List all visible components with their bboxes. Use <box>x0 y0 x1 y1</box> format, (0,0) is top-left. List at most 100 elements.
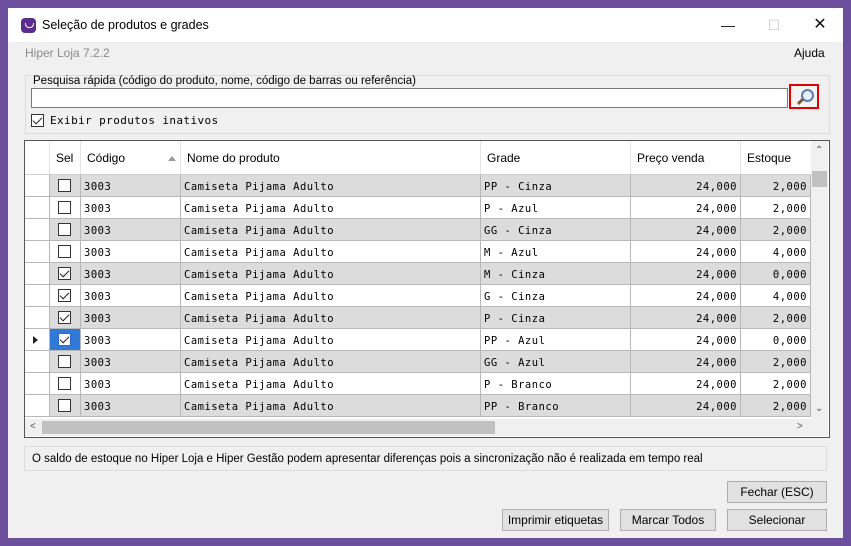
sel-cell[interactable] <box>50 373 81 395</box>
codigo-cell[interactable]: 3003 <box>81 329 181 351</box>
grade-cell[interactable]: P - Branco <box>481 373 631 395</box>
table-row[interactable]: 3003 Camiseta Pijama Adulto M - Azul 24,000… <box>25 241 811 263</box>
table-row[interactable]: 3003 Camiseta Pijama Adulto G - Cinza 24,00… <box>25 285 811 307</box>
nome-cell[interactable]: Camiseta Pijama Adulto <box>181 373 481 395</box>
sel-cell[interactable] <box>50 395 81 417</box>
print-labels-button[interactable]: Imprimir etiquetas <box>502 509 609 531</box>
sel-cell[interactable] <box>50 197 81 219</box>
scroll-down-icon[interactable]: ⌄ <box>815 403 823 414</box>
row-select-checkbox[interactable] <box>58 201 71 214</box>
estoque-cell[interactable]: 2,000 <box>741 197 811 219</box>
preco-cell[interactable]: 24,000 <box>631 373 741 395</box>
preco-cell[interactable]: 24,000 <box>631 175 741 197</box>
estoque-cell[interactable]: 2,000 <box>741 351 811 373</box>
table-row[interactable]: 3003 Camiseta Pijama Adulto PP - Cinza 24,0… <box>25 175 811 197</box>
row-select-checkbox[interactable] <box>58 223 71 236</box>
codigo-cell[interactable]: 3003 <box>81 351 181 373</box>
quick-search-input[interactable] <box>31 88 788 108</box>
sel-cell[interactable] <box>50 219 81 241</box>
estoque-cell[interactable]: 2,000 <box>741 175 811 197</box>
row-select-checkbox[interactable] <box>58 355 71 368</box>
estoque-cell[interactable]: 0,000 <box>741 329 811 351</box>
preco-cell[interactable]: 24,000 <box>631 219 741 241</box>
row-select-checkbox[interactable] <box>58 311 71 324</box>
row-select-checkbox[interactable] <box>58 179 71 192</box>
codigo-cell[interactable]: 3003 <box>81 263 181 285</box>
column-header-codigo[interactable]: Código <box>81 141 181 174</box>
scroll-up-icon[interactable]: ⌃ <box>815 145 823 156</box>
codigo-cell[interactable]: 3003 <box>81 285 181 307</box>
nome-cell[interactable]: Camiseta Pijama Adulto <box>181 395 481 417</box>
nome-cell[interactable]: Camiseta Pijama Adulto <box>181 197 481 219</box>
estoque-cell[interactable]: 2,000 <box>741 395 811 417</box>
codigo-cell[interactable]: 3003 <box>81 197 181 219</box>
grade-cell[interactable]: PP - Branco <box>481 395 631 417</box>
nome-cell[interactable]: Camiseta Pijama Adulto <box>181 263 481 285</box>
maximize-button[interactable]: ☐ <box>751 8 797 42</box>
codigo-cell[interactable]: 3003 <box>81 219 181 241</box>
nome-cell[interactable]: Camiseta Pijama Adulto <box>181 241 481 263</box>
codigo-cell[interactable]: 3003 <box>81 175 181 197</box>
close-window-button[interactable]: ✕ <box>797 8 843 42</box>
column-header-nome[interactable]: Nome do produto <box>181 141 481 174</box>
grade-cell[interactable]: P - Azul <box>481 197 631 219</box>
sel-cell[interactable] <box>50 175 81 197</box>
table-row[interactable]: 3003 Camiseta Pijama Adulto P - Azul 24,000… <box>25 197 811 219</box>
preco-cell[interactable]: 24,000 <box>631 241 741 263</box>
grade-cell[interactable]: PP - Azul <box>481 329 631 351</box>
preco-cell[interactable]: 24,000 <box>631 263 741 285</box>
sel-cell[interactable] <box>50 307 81 329</box>
row-select-checkbox[interactable] <box>58 377 71 390</box>
column-header-sel[interactable]: Sel <box>50 141 81 174</box>
estoque-cell[interactable]: 4,000 <box>741 285 811 307</box>
horizontal-scrollbar[interactable]: < > <box>25 419 811 436</box>
preco-cell[interactable]: 24,000 <box>631 307 741 329</box>
close-button[interactable]: Fechar (ESC) <box>727 481 827 503</box>
table-row[interactable]: 3003 Camiseta Pijama Adulto GG - Cinza 24,0… <box>25 219 811 241</box>
vertical-scroll-thumb[interactable] <box>812 171 827 187</box>
preco-cell[interactable]: 24,000 <box>631 395 741 417</box>
grade-cell[interactable]: GG - Cinza <box>481 219 631 241</box>
grade-cell[interactable]: M - Azul <box>481 241 631 263</box>
scroll-right-icon[interactable]: > <box>797 421 803 432</box>
column-header-grade[interactable]: Grade <box>481 141 631 174</box>
table-row[interactable]: 3003 Camiseta Pijama Adulto GG - Azul 24,00… <box>25 351 811 373</box>
mark-all-button[interactable]: Marcar Todos <box>620 509 716 531</box>
estoque-cell[interactable]: 2,000 <box>741 373 811 395</box>
row-select-checkbox[interactable] <box>58 289 71 302</box>
codigo-cell[interactable]: 3003 <box>81 373 181 395</box>
row-select-checkbox[interactable] <box>58 245 71 258</box>
row-select-checkbox[interactable] <box>58 333 71 346</box>
horizontal-scroll-thumb[interactable] <box>42 421 495 434</box>
nome-cell[interactable]: Camiseta Pijama Adulto <box>181 351 481 373</box>
preco-cell[interactable]: 24,000 <box>631 197 741 219</box>
vertical-scrollbar[interactable]: ⌃ ⌄ <box>811 141 828 419</box>
nome-cell[interactable]: Camiseta Pijama Adulto <box>181 285 481 307</box>
sel-cell[interactable] <box>50 241 81 263</box>
estoque-cell[interactable]: 4,000 <box>741 241 811 263</box>
minimize-button[interactable]: — <box>705 8 751 42</box>
preco-cell[interactable]: 24,000 <box>631 285 741 307</box>
nome-cell[interactable]: Camiseta Pijama Adulto <box>181 175 481 197</box>
sel-cell[interactable] <box>50 285 81 307</box>
table-row[interactable]: 3003 Camiseta Pijama Adulto P - Cinza 24,00… <box>25 307 811 329</box>
column-header-estoque[interactable]: Estoque <box>741 141 811 174</box>
select-button[interactable]: Selecionar <box>727 509 827 531</box>
grade-cell[interactable]: PP - Cinza <box>481 175 631 197</box>
table-row[interactable]: 3003 Camiseta Pijama Adulto P - Branco 24,0… <box>25 373 811 395</box>
sel-cell[interactable] <box>50 351 81 373</box>
codigo-cell[interactable]: 3003 <box>81 241 181 263</box>
help-link[interactable]: Ajuda <box>794 46 825 60</box>
codigo-cell[interactable]: 3003 <box>81 307 181 329</box>
grade-cell[interactable]: M - Cinza <box>481 263 631 285</box>
preco-cell[interactable]: 24,000 <box>631 351 741 373</box>
sel-cell[interactable] <box>50 263 81 285</box>
estoque-cell[interactable]: 2,000 <box>741 307 811 329</box>
estoque-cell[interactable]: 0,000 <box>741 263 811 285</box>
nome-cell[interactable]: Camiseta Pijama Adulto <box>181 307 481 329</box>
table-row[interactable]: 3003 Camiseta Pijama Adulto PP - Branco 24,… <box>25 395 811 417</box>
nome-cell[interactable]: Camiseta Pijama Adulto <box>181 329 481 351</box>
grade-cell[interactable]: GG - Azul <box>481 351 631 373</box>
grade-cell[interactable]: P - Cinza <box>481 307 631 329</box>
table-row[interactable]: 3003 Camiseta Pijama Adulto M - Cinza 24,00… <box>25 263 811 285</box>
